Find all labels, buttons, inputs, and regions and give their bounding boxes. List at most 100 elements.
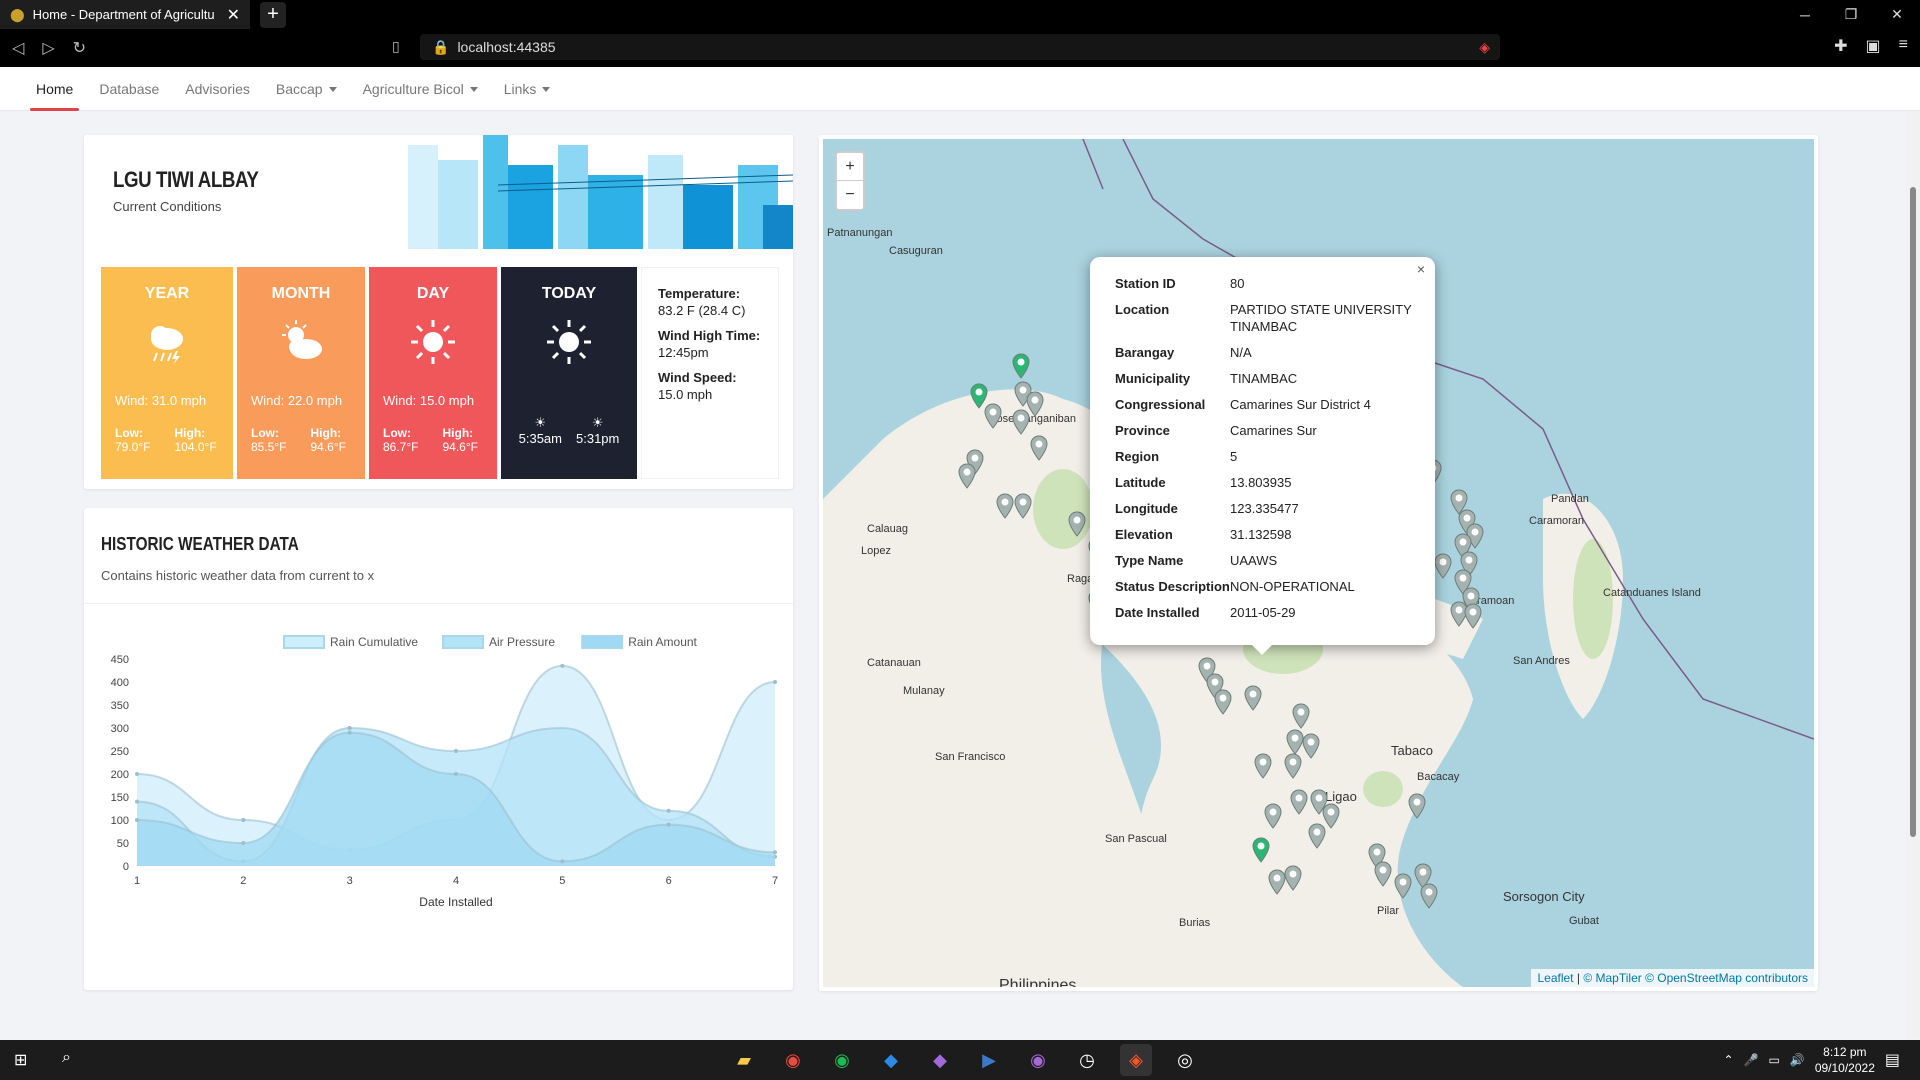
station-marker[interactable]: [1292, 703, 1310, 729]
sunset: ☀ 5:31pm: [576, 415, 619, 446]
powershell-icon[interactable]: ▶: [973, 1044, 1005, 1076]
historic-title: HISTORIC WEATHER DATA: [101, 534, 299, 554]
maximize-button[interactable]: ❐: [1828, 0, 1874, 29]
brave-shield-icon[interactable]: ◈: [1479, 39, 1490, 56]
station-marker[interactable]: [1030, 435, 1048, 461]
browser-tab[interactable]: ⬤ Home - Department of Agricultu ✕: [0, 0, 250, 29]
x-tick-label: 6: [666, 875, 672, 887]
year-title: YEAR: [144, 285, 190, 302]
clock-app-icon[interactable]: ◷: [1071, 1044, 1103, 1076]
brave-icon[interactable]: ◈: [1120, 1044, 1152, 1076]
network-icon[interactable]: ▭: [1769, 1053, 1780, 1067]
station-marker[interactable]: [1014, 493, 1032, 519]
station-marker-active[interactable]: [1012, 353, 1030, 379]
popup-key: Congressional: [1115, 397, 1206, 412]
popup-key: Province: [1115, 423, 1170, 438]
page-scrollbar[interactable]: [1906, 111, 1920, 1039]
close-window-button[interactable]: ✕: [1874, 0, 1920, 29]
y-tick-label: 400: [111, 677, 129, 689]
station-marker[interactable]: [1434, 553, 1452, 579]
year-high-label: High:: [174, 426, 206, 440]
day-wind: Wind: 15.0 mph: [383, 393, 475, 408]
leaflet-link[interactable]: Leaflet: [1537, 971, 1573, 985]
month-panel: MONTH Wind: 22.0 mph Low: 85.5°F High: 94.…: [237, 267, 365, 479]
series-point: [135, 818, 139, 822]
y-tick-label: 350: [111, 700, 129, 712]
y-tick-label: 150: [111, 792, 129, 804]
month-low: 85.5°F: [251, 440, 287, 454]
nav-advisories[interactable]: Advisories: [175, 67, 260, 111]
station-marker[interactable]: [1394, 873, 1412, 899]
volume-icon[interactable]: 🔊: [1790, 1053, 1805, 1067]
nav-home[interactable]: Home: [26, 67, 83, 111]
station-marker[interactable]: [1068, 511, 1086, 537]
station-marker[interactable]: [984, 403, 1002, 429]
file-explorer-icon[interactable]: ▰: [728, 1044, 760, 1076]
popup-close-button[interactable]: ×: [1417, 261, 1425, 277]
popup-row: Province Camarines Sur: [1115, 422, 1413, 439]
vscode-icon[interactable]: ◆: [875, 1044, 907, 1076]
address-bar[interactable]: 🔒 localhost:44385 ◈: [420, 34, 1500, 60]
caret-down-icon: [469, 86, 478, 92]
menu-icon[interactable]: ≡: [1899, 36, 1908, 56]
extensions-icon[interactable]: ✚: [1834, 36, 1847, 56]
top-nav: Home Database Advisories Baccap Agricult…: [0, 67, 1920, 111]
clock[interactable]: 8:12 pm 09/10/2022: [1815, 1044, 1875, 1076]
nav-agriculture-bicol[interactable]: Agriculture Bicol: [353, 67, 488, 111]
system-tray: ⌃ 🎤 ▭ 🔊 8:12 pm 09/10/2022 ▤: [1724, 1044, 1901, 1076]
station-marker[interactable]: [1244, 685, 1262, 711]
recorder-icon[interactable]: ◎: [1169, 1044, 1201, 1076]
minimize-button[interactable]: ─: [1782, 0, 1828, 29]
nav-database[interactable]: Database: [89, 67, 169, 111]
year-low-high: Low: 79.0°F High: 104.0°F: [115, 426, 219, 454]
reload-icon[interactable]: ↻: [73, 38, 86, 58]
nav-baccap[interactable]: Baccap: [266, 67, 347, 111]
sidebar-icon[interactable]: ▣: [1866, 36, 1881, 56]
chrome-icon[interactable]: ◉: [777, 1044, 809, 1076]
nav-links[interactable]: Links: [494, 67, 561, 111]
station-marker[interactable]: [996, 493, 1014, 519]
zoom-in-button[interactable]: +: [837, 153, 863, 181]
search-icon[interactable]: ⌕: [62, 1049, 71, 1067]
tray-chevron-icon[interactable]: ⌃: [1724, 1053, 1734, 1067]
windows-start-icon[interactable]: ⊞: [14, 1050, 27, 1070]
y-tick-label: 200: [111, 769, 129, 781]
station-marker[interactable]: [1290, 789, 1308, 815]
month-low-high: Low: 85.5°F High: 94.6°F: [251, 426, 351, 454]
station-marker[interactable]: [1420, 883, 1438, 909]
station-marker[interactable]: [1374, 861, 1392, 887]
visual-studio-icon[interactable]: ◆: [924, 1044, 956, 1076]
station-marker[interactable]: [1254, 753, 1272, 779]
new-tab-button[interactable]: +: [260, 1, 286, 28]
legend-label: Rain Cumulative: [330, 635, 418, 649]
station-marker[interactable]: [1012, 409, 1030, 435]
station-marker[interactable]: [1284, 753, 1302, 779]
station-marker[interactable]: [1214, 689, 1232, 715]
station-marker[interactable]: [1302, 733, 1320, 759]
station-marker[interactable]: [1284, 865, 1302, 891]
scrollbar-thumb[interactable]: [1910, 187, 1916, 837]
wind-speed-value: 15.0 mph: [658, 387, 713, 402]
close-tab-icon[interactable]: ✕: [227, 5, 240, 25]
station-popup: × Station ID 80 Location PARTIDO STATE UNIV…: [1090, 257, 1435, 655]
back-icon[interactable]: ◁: [12, 38, 24, 58]
station-marker-active[interactable]: [1252, 837, 1270, 863]
github-icon[interactable]: ◉: [1022, 1044, 1054, 1076]
station-marker[interactable]: [958, 463, 976, 489]
day-low-high: Low: 86.7°F High: 94.6°F: [383, 426, 483, 454]
spotify-icon[interactable]: ◉: [826, 1044, 858, 1076]
popup-row: Longitude 123.335477: [1115, 500, 1413, 517]
microphone-icon[interactable]: 🎤: [1744, 1053, 1759, 1067]
station-marker[interactable]: [1464, 603, 1482, 629]
map-label: Casuguran: [889, 245, 943, 257]
station-marker[interactable]: [1264, 803, 1282, 829]
notification-icon[interactable]: ▤: [1885, 1050, 1900, 1070]
station-marker[interactable]: [1408, 793, 1426, 819]
bookmark-icon[interactable]: ▯: [392, 38, 400, 55]
forward-icon[interactable]: ▷: [42, 38, 54, 58]
osm-link[interactable]: © OpenStreetMap contributors: [1645, 971, 1808, 985]
maptiler-link[interactable]: © MapTiler: [1583, 971, 1641, 985]
station-marker[interactable]: [1308, 823, 1326, 849]
series-point: [454, 749, 458, 753]
zoom-out-button[interactable]: −: [837, 181, 863, 209]
